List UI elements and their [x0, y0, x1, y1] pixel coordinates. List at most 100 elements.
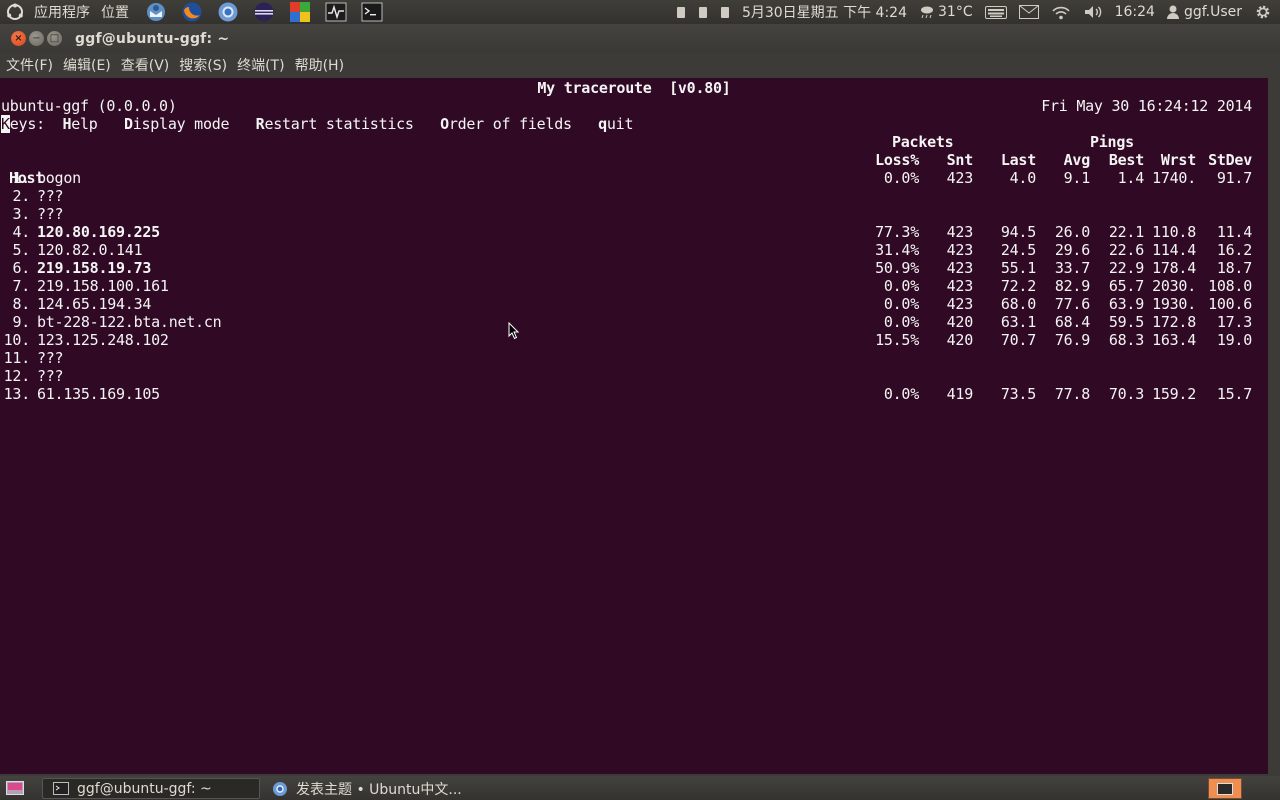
show-desktop-icon[interactable]: [6, 781, 24, 799]
hop-number: 5.: [12, 241, 30, 259]
hop-best: 70.3: [1108, 385, 1144, 403]
mtr-timestamp: Fri May 30 16:24:12 2014: [1041, 97, 1252, 115]
close-window-button[interactable]: ×: [11, 31, 26, 46]
hop-loss: 0.0%: [883, 313, 919, 331]
hop-avg: 82.9: [1054, 277, 1090, 295]
task-browser[interactable]: 发表主题 • Ubuntu中文...: [262, 778, 482, 799]
applications-menu[interactable]: 应用程序: [34, 0, 90, 24]
maximize-window-button[interactable]: □: [47, 31, 62, 46]
hop-host: 123.125.248.102: [37, 331, 169, 349]
help-key[interactable]: Help: [62, 115, 97, 133]
keyboard-icon[interactable]: [984, 0, 1007, 24]
hop-loss: 0.0%: [883, 295, 919, 313]
hop-number: 10.: [3, 331, 31, 349]
weather-indicator[interactable]: 31°C: [919, 0, 973, 24]
display-mode-key[interactable]: Display mode: [124, 115, 230, 133]
hop-row: 4. 120.80.169.225 77.3% 423 94.5 26.0 22.1 110.…: [0, 223, 1268, 241]
task-terminal[interactable]: ggf@ubuntu-ggf: ~: [42, 778, 260, 799]
pings-group-header: Pings: [1090, 133, 1134, 151]
window-title: ggf@ubuntu-ggf: ~: [75, 30, 230, 47]
hop-last: 68.0: [1000, 295, 1036, 313]
terminal-launcher-icon[interactable]: [359, 0, 385, 24]
user-icon: [1166, 5, 1179, 19]
hop-row: 12.???: [0, 367, 1268, 385]
hop-snt: 423: [946, 295, 974, 313]
menu-help[interactable]: 帮助(H): [295, 55, 344, 75]
col-best: Best: [1108, 151, 1144, 169]
hop-row: 2.???: [0, 187, 1268, 205]
hop-best: 63.9: [1108, 295, 1144, 313]
hop-loss: 15.5%: [875, 331, 919, 349]
hop-wrst: 1740.: [1152, 169, 1196, 187]
ubuntu-logo-icon[interactable]: [6, 0, 24, 24]
panel-clock[interactable]: 16:24: [1115, 0, 1155, 24]
hop-stdev: 15.7: [1216, 385, 1252, 403]
hop-avg: 26.0: [1054, 223, 1090, 241]
hop-row: 11.???: [0, 349, 1268, 367]
menu-bar: 文件(F) 编辑(E) 查看(V) 搜索(S) 终端(T) 帮助(H): [0, 53, 1280, 77]
menu-view[interactable]: 查看(V): [121, 55, 170, 75]
menu-search[interactable]: 搜索(S): [179, 55, 227, 75]
hop-number: 8.: [12, 295, 30, 313]
system-monitor-icon[interactable]: [323, 0, 349, 24]
hop-host: ???: [37, 367, 64, 385]
hop-last: 70.7: [1000, 331, 1036, 349]
indicator-doc-icon-1[interactable]: [676, 0, 686, 24]
hop-best: 65.7: [1108, 277, 1144, 295]
hop-row: 8. 124.65.194.34 0.0% 423 68.0 77.6 63.9 1930. 1…: [0, 295, 1268, 313]
hop-host: ???: [37, 187, 64, 205]
volume-icon[interactable]: [1083, 0, 1103, 24]
col-loss: Loss%: [875, 151, 919, 169]
gear-icon[interactable]: [1254, 0, 1272, 24]
hop-snt: 423: [946, 241, 974, 259]
menu-file[interactable]: 文件(F): [6, 55, 53, 75]
hop-number: 9.: [12, 313, 30, 331]
hop-number: 1.: [12, 169, 30, 187]
hop-stdev: 91.7: [1216, 169, 1252, 187]
col-last: Last: [1000, 151, 1036, 169]
wifi-icon[interactable]: [1051, 0, 1071, 24]
hop-host: 61.135.169.105: [37, 385, 160, 403]
minimize-window-button[interactable]: −: [29, 31, 44, 46]
workspace-terminal-icon: [1217, 782, 1233, 795]
hop-row: 6. 219.158.19.73 50.9% 423 55.1 33.7 22.9 178.4…: [0, 259, 1268, 277]
terminal-area[interactable]: My traceroute [v0.80] ubuntu-ggf (0.0.0.…: [0, 78, 1268, 774]
terminal-icon: [53, 782, 69, 795]
hop-number: 7.: [12, 277, 30, 295]
minimize-icon: −: [32, 32, 41, 44]
hop-stdev: 19.0: [1216, 331, 1252, 349]
workspace-switcher[interactable]: [1208, 778, 1242, 799]
top-panel: 应用程序 位置 5月30日星期五 下午 4:24 31°C 16:24 ggf.…: [0, 0, 1280, 24]
places-menu[interactable]: 位置: [101, 0, 129, 24]
hop-snt: 423: [946, 169, 974, 187]
hop-best: 68.3: [1108, 331, 1144, 349]
close-icon: ×: [14, 32, 23, 44]
hop-best: 1.4: [1117, 169, 1145, 187]
indicator-doc-icon-3[interactable]: [720, 0, 730, 24]
weather-rain-icon: [919, 5, 935, 19]
restart-statistics-key[interactable]: Restart statistics: [256, 115, 414, 133]
indicator-doc-icon-2[interactable]: [698, 0, 708, 24]
hop-host: 120.80.169.225: [37, 223, 160, 241]
hop-number: 11.: [3, 349, 31, 367]
window-titlebar[interactable]: × − □ ggf@ubuntu-ggf: ~: [0, 24, 1280, 53]
mtr-keys-bar: Keys: Help Display mode Restart statisti…: [1, 115, 634, 133]
eclipse-icon[interactable]: [251, 0, 277, 24]
office-suite-icon[interactable]: [287, 0, 313, 24]
hop-avg: 33.7: [1054, 259, 1090, 277]
user-indicator[interactable]: ggf.User: [1166, 0, 1242, 24]
panel-datetime[interactable]: 5月30日星期五 下午 4:24: [742, 0, 907, 24]
quit-key[interactable]: quit: [598, 115, 633, 133]
chromium-icon[interactable]: [215, 0, 241, 24]
column-header-row: Host Loss% Snt Last Avg Best Wrst StDev: [0, 151, 1268, 187]
terminal-scrollbar[interactable]: [1268, 78, 1280, 774]
order-of-fields-key[interactable]: Order of fields: [440, 115, 572, 133]
menu-edit[interactable]: 编辑(E): [63, 55, 111, 75]
mail-icon[interactable]: [1018, 0, 1039, 24]
menu-terminal[interactable]: 终端(T): [237, 55, 284, 75]
hop-row: 13. 61.135.169.105 0.0% 419 73.5 77.8 70.3 159.…: [0, 385, 1268, 403]
firefox-icon[interactable]: [179, 0, 205, 24]
hop-number: 12.: [3, 367, 31, 385]
hop-stdev: 100.6: [1208, 295, 1252, 313]
thunderbird-icon[interactable]: [143, 0, 169, 24]
